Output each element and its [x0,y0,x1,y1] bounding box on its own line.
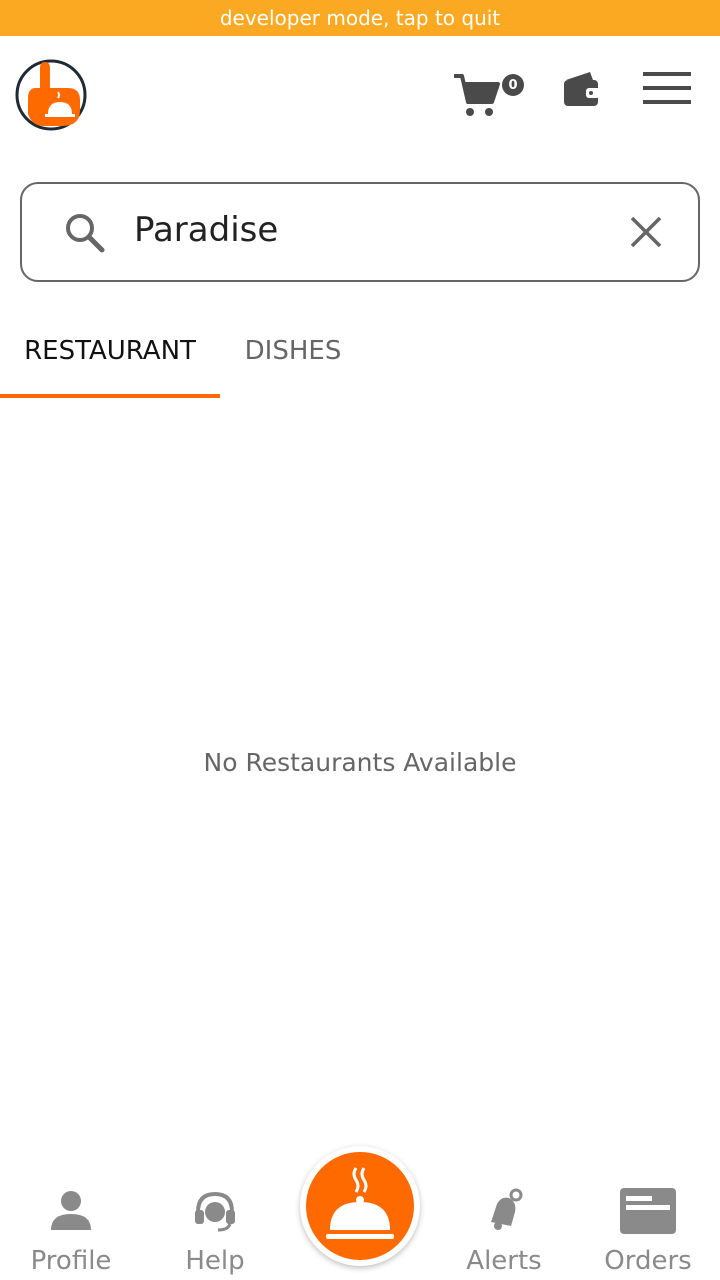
person-icon [51,1191,91,1230]
empty-state-message: No Restaurants Available [203,748,517,777]
tab-dishes[interactable]: DISHES [220,318,366,398]
app-header: 0 [0,36,720,156]
menu-icon [643,72,691,104]
tab-bar: RESTAURANT DISHES [0,318,720,398]
cloche-icon [326,1167,394,1239]
hand-cloche-logo-icon[interactable] [14,58,88,132]
nav-alerts[interactable]: Alerts [444,1188,564,1280]
orders-icon [620,1188,676,1234]
headset-icon [195,1191,235,1232]
nav-orders[interactable]: Orders [588,1188,708,1280]
nav-orders-label: Orders [604,1246,692,1276]
cart-count-badge: 0 [502,74,524,96]
search-input[interactable]: Paradise [134,210,278,250]
home-cloche-button[interactable] [300,1146,420,1266]
cart-icon [454,74,500,116]
bell-icon [491,1188,523,1230]
close-icon[interactable] [628,214,664,250]
active-tab-indicator [0,394,220,398]
search-icon [66,214,105,253]
nav-help[interactable]: Help [155,1188,275,1280]
nav-profile[interactable]: Profile [11,1188,131,1280]
nav-profile-label: Profile [30,1246,112,1276]
menu-button[interactable] [642,70,692,108]
cart-button[interactable]: 0 [452,70,526,124]
tab-restaurant[interactable]: RESTAURANT [0,318,220,398]
search-box[interactable]: Paradise [20,182,700,282]
fab-inner [306,1152,414,1260]
nav-help-label: Help [185,1246,245,1276]
wallet-button[interactable] [560,70,604,110]
wallet-icon [564,72,600,106]
nav-alerts-label: Alerts [466,1246,542,1276]
developer-mode-banner[interactable]: developer mode, tap to quit [0,0,720,36]
